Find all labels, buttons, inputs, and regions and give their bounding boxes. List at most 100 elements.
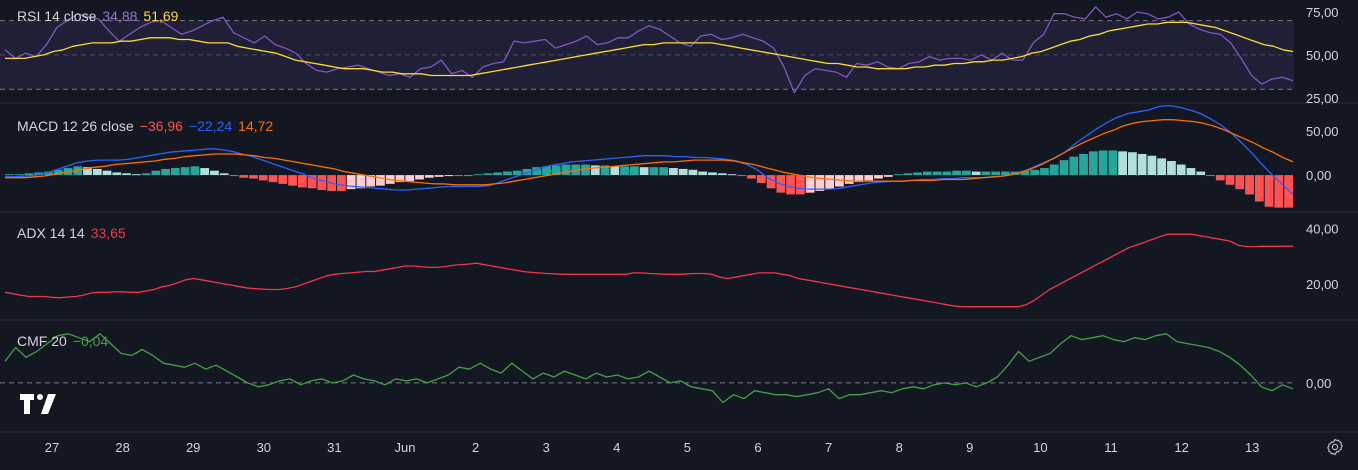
macd-histogram-bar bbox=[190, 166, 200, 176]
x-axis-tick-label: Jun bbox=[395, 440, 416, 455]
x-axis-tick-label: 12 bbox=[1174, 440, 1188, 455]
macd-histogram-bar bbox=[249, 175, 258, 179]
macd-histogram-bar bbox=[1274, 175, 1284, 208]
macd-histogram-bar bbox=[1264, 175, 1274, 207]
macd-histogram-bar bbox=[151, 170, 161, 176]
macd-histogram-bar bbox=[424, 175, 434, 178]
macd-histogram-bar bbox=[678, 168, 688, 176]
macd-histogram-bar bbox=[1206, 175, 1215, 177]
macd-histogram-bar bbox=[1235, 175, 1245, 190]
pane-4-group: 0,00 bbox=[0, 333, 1331, 404]
macd-histogram-bar bbox=[639, 167, 649, 176]
chart-stage[interactable]: 75,00 50,00 25,00 50,00 0,00 40,00 20,00 0,00 27… bbox=[0, 0, 1358, 465]
macd-histogram-bar bbox=[893, 174, 903, 176]
macd-histogram-bar bbox=[1186, 168, 1196, 176]
rsi-legend-name: RSI 14 close bbox=[17, 8, 97, 24]
rsi-legend-value: 34,88 bbox=[102, 8, 138, 24]
macd-histogram-bar bbox=[991, 171, 1001, 176]
macd-histogram-bar bbox=[493, 172, 503, 176]
macd-signal-legend-value: 14,72 bbox=[238, 118, 274, 134]
indicator-chart-svg[interactable]: 75,0050,0025,0050,000,0040,0020,000,0027… bbox=[0, 0, 1358, 465]
macd-histogram-bar bbox=[454, 175, 463, 177]
cmf-series-line bbox=[4, 333, 1294, 404]
macd-histogram-bar bbox=[415, 175, 424, 180]
macd-histogram-bar bbox=[786, 175, 795, 195]
macd-histogram-bar bbox=[1147, 155, 1157, 176]
macd-histogram-bar bbox=[161, 168, 171, 176]
macd-histogram-bar bbox=[971, 171, 981, 176]
tradingview-logo-icon[interactable] bbox=[20, 394, 60, 414]
macd-histogram-bar bbox=[688, 169, 698, 176]
macd-histogram-bar bbox=[1049, 164, 1059, 176]
y-axis-tick-label: 20,00 bbox=[1306, 277, 1339, 292]
rsi-legend[interactable]: RSI 14 close 34,88 51,69 bbox=[17, 8, 178, 24]
macd-histogram-bar bbox=[649, 167, 659, 176]
macd-histogram-bar bbox=[200, 168, 210, 176]
macd-histogram-bar bbox=[1176, 164, 1186, 176]
y-axis-tick-label: 25,00 bbox=[1306, 91, 1339, 106]
y-axis-tick-label: 50,00 bbox=[1306, 124, 1339, 139]
x-axis-tick-label: 2 bbox=[472, 440, 479, 455]
macd-histogram-bar bbox=[1069, 156, 1079, 176]
macd-histogram-bar bbox=[1245, 175, 1254, 195]
macd-histogram-bar bbox=[229, 175, 239, 177]
macd-histogram-bar bbox=[795, 175, 805, 195]
adx-legend-name: ADX 14 14 bbox=[17, 225, 85, 241]
macd-histogram-bar bbox=[180, 167, 190, 176]
gear-icon[interactable] bbox=[1326, 438, 1344, 456]
y-axis-tick-label: 40,00 bbox=[1306, 222, 1339, 237]
macd-histogram-bar bbox=[1098, 150, 1108, 176]
macd-histogram-bar bbox=[483, 173, 493, 176]
x-axis-tick-label: 7 bbox=[825, 440, 832, 455]
macd-histogram-bar bbox=[1137, 153, 1147, 176]
macd-histogram-bar bbox=[620, 166, 629, 176]
macd-histogram-bar bbox=[1108, 150, 1118, 176]
macd-histogram-bar bbox=[669, 168, 678, 176]
macd-line-legend-value: −22,24 bbox=[188, 118, 233, 134]
macd-histogram-bar bbox=[717, 173, 727, 176]
macd-histogram-bar bbox=[317, 175, 327, 191]
macd-histogram-bar bbox=[981, 171, 991, 176]
macd-legend[interactable]: MACD 12 26 close −36,96 −22,24 14,72 bbox=[17, 118, 273, 134]
macd-histogram-bar bbox=[219, 173, 229, 176]
x-axis-tick-label: 30 bbox=[257, 440, 271, 455]
x-axis-tick-label: 28 bbox=[115, 440, 129, 455]
macd-histogram-bar bbox=[5, 174, 14, 176]
macd-histogram-bar bbox=[1118, 151, 1127, 176]
macd-histogram-bar bbox=[405, 175, 415, 182]
x-axis-tick-label: 9 bbox=[966, 440, 973, 455]
macd-legend-name: MACD 12 26 close bbox=[17, 118, 134, 134]
macd-histogram-bar bbox=[610, 166, 620, 176]
adx-legend[interactable]: ADX 14 14 33,65 bbox=[17, 225, 126, 241]
macd-histogram-bar bbox=[131, 174, 141, 176]
macd-histogram-bar bbox=[561, 164, 571, 176]
macd-histogram-bar bbox=[737, 175, 747, 177]
pane-3-group: 40,00 20,00 bbox=[4, 222, 1339, 308]
x-axis-tick-label: 3 bbox=[543, 440, 550, 455]
macd-histogram-bar bbox=[297, 175, 307, 188]
macd-histogram-bar bbox=[844, 175, 854, 184]
y-axis-tick-label: 75,00 bbox=[1306, 5, 1339, 20]
macd-histogram-bar bbox=[112, 172, 122, 176]
macd-histogram-bar bbox=[961, 170, 971, 176]
x-axis-tick-label: 4 bbox=[613, 440, 620, 455]
x-axis-tick-label: 10 bbox=[1033, 440, 1047, 455]
cmf-legend-name: CMF 20 bbox=[17, 333, 67, 349]
cmf-legend[interactable]: CMF 20 −0,04 bbox=[17, 333, 108, 349]
x-axis-tick-label: 27 bbox=[45, 440, 59, 455]
macd-histogram-bar bbox=[825, 175, 835, 190]
macd-histogram-bar bbox=[434, 175, 444, 177]
macd-histogram-bar bbox=[14, 174, 24, 176]
x-axis-tick-label: 11 bbox=[1104, 440, 1118, 455]
adx-series-line bbox=[4, 233, 1294, 308]
macd-hist-legend-value: −36,96 bbox=[139, 118, 183, 134]
macd-histogram-bar bbox=[1127, 152, 1137, 176]
macd-histogram-bar bbox=[629, 166, 639, 176]
macd-histogram-bar bbox=[1059, 160, 1069, 176]
macd-histogram-bar bbox=[1196, 171, 1206, 176]
macd-histogram-bar bbox=[590, 165, 600, 176]
x-axis-tick-label: 31 bbox=[327, 440, 341, 455]
macd-histogram-bar bbox=[913, 172, 922, 176]
macd-histogram-bar bbox=[864, 175, 874, 181]
x-axis-tick-label: 8 bbox=[896, 440, 903, 455]
